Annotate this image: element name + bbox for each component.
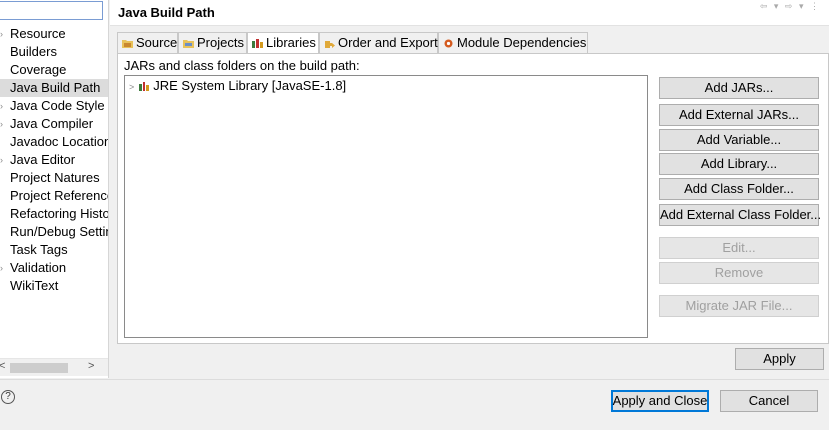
projects-icon [183,40,194,48]
library-icon [139,82,150,91]
sidebar-item-project-references[interactable]: Project References [0,187,108,205]
apply-button[interactable]: Apply [735,348,824,370]
module-dependencies-icon [444,39,453,48]
sidebar-item-project-natures[interactable]: Project Natures [0,169,108,187]
tab-module-dependencies[interactable]: Module Dependencies [438,32,588,53]
filter-input[interactable] [0,1,103,20]
sidebar-item-label: Project References [10,188,108,203]
tab-label: Source [136,35,178,50]
scroll-left-arrow[interactable]: < [0,360,5,372]
tab-projects[interactable]: Projects [178,32,247,53]
sidebar-item-coverage[interactable]: Coverage [0,61,108,79]
dialog-footer: ? Apply and Close Cancel [0,379,829,430]
sidebar-item-label: Validation [10,260,67,275]
sidebar-item-refactoring-history[interactable]: Refactoring History [0,205,109,223]
add-variable-button[interactable]: Add Variable... [659,129,819,151]
tab-source[interactable]: Source [117,32,178,53]
page-title: Java Build Path [118,5,215,20]
chevron-right-icon[interactable]: › [0,97,8,115]
sidebar-item-label: Resource [10,26,66,41]
add-external-class-folder-button[interactable]: Add External Class Folder... [659,204,821,226]
add-external-jars-button[interactable]: Add External JARs... [659,104,819,126]
page-header: Java Build Path ⇦ ▾ ⇨ ▾ ⋮ [110,0,829,26]
remove-button[interactable]: Remove [659,262,819,284]
add-class-folder-button[interactable]: Add Class Folder... [659,178,819,200]
sidebar-item-label: Refactoring History [10,206,109,221]
sidebar-item-label: Java Build Path [10,80,101,95]
sidebar-item-label: WikiText [10,278,59,293]
source-folder-icon [122,40,133,48]
sidebar-item-run-debug-settings[interactable]: Run/Debug Settings [0,223,108,241]
chevron-right-icon[interactable]: › [0,115,8,133]
sidebar-item-java-editor[interactable]: › Java Editor [0,151,108,169]
help-icon[interactable]: ? [1,390,15,404]
sidebar-item-validation[interactable]: › Validation [0,259,108,277]
sidebar-item-label: Builders [10,44,57,59]
sidebar-item-label: Java Compiler [10,116,94,131]
preference-sidebar: › Resource Builders Coverage Java Build P… [0,0,109,378]
libraries-panel: JARs and class folders on the build path… [117,53,829,344]
add-jars-button[interactable]: Add JARs... [659,77,819,99]
chevron-right-icon[interactable]: > [129,82,134,92]
cancel-button[interactable]: Cancel [720,390,818,412]
sidebar-item-label: Task Tags [10,242,68,257]
sidebar-item-java-build-path[interactable]: Java Build Path [0,79,108,97]
library-label: JRE System Library [JavaSE-1.8] [153,78,347,93]
sidebar-item-task-tags[interactable]: Task Tags [0,241,108,259]
preference-tree: › Resource Builders Coverage Java Build P… [0,25,109,295]
sidebar-item-label: Project Natures [10,170,100,185]
build-path-list[interactable]: > JRE System Library [JavaSE-1.8] [124,75,648,338]
chevron-right-icon[interactable]: › [0,151,8,169]
scrollbar-thumb[interactable] [10,363,68,373]
libraries-icon [252,39,263,48]
sidebar-item-wikitext[interactable]: WikiText [0,277,108,295]
sidebar-item-label: Coverage [10,62,67,77]
sidebar-horizontal-scrollbar[interactable]: < > [0,358,108,376]
sidebar-item-java-code-style[interactable]: › Java Code Style [0,97,108,115]
edit-button[interactable]: Edit... [659,237,819,259]
tab-label: Order and Export [338,35,438,50]
build-path-list-label: JARs and class folders on the build path… [124,58,360,73]
tab-label: Libraries [266,35,316,50]
add-library-button[interactable]: Add Library... [659,153,819,175]
chevron-right-icon[interactable]: › [0,259,8,277]
tab-order-and-export[interactable]: Order and Export [319,32,438,53]
migrate-jar-file-button[interactable]: Migrate JAR File... [659,295,819,317]
sidebar-item-java-compiler[interactable]: › Java Compiler [0,115,108,133]
sidebar-item-javadoc-location[interactable]: Javadoc Location [0,133,109,151]
order-export-icon [325,41,335,48]
history-navigation[interactable]: ⇦ ▾ ⇨ ▾ ⋮ [760,1,821,12]
tab-label: Projects [197,35,244,50]
sidebar-item-builders[interactable]: Builders [0,43,108,61]
sidebar-item-label: Java Code Style [10,98,105,113]
scroll-right-arrow[interactable]: > [88,360,94,372]
list-item[interactable]: > JRE System Library [JavaSE-1.8] [129,78,346,94]
chevron-right-icon[interactable]: › [0,25,8,43]
tab-libraries[interactable]: Libraries [247,32,319,54]
sidebar-item-label: Javadoc Location [10,134,109,149]
tab-label: Module Dependencies [457,35,587,50]
sidebar-item-resource[interactable]: › Resource [0,25,108,43]
sidebar-item-label: Run/Debug Settings [10,224,108,239]
sidebar-item-label: Java Editor [10,152,76,167]
apply-and-close-button[interactable]: Apply and Close [611,390,709,412]
